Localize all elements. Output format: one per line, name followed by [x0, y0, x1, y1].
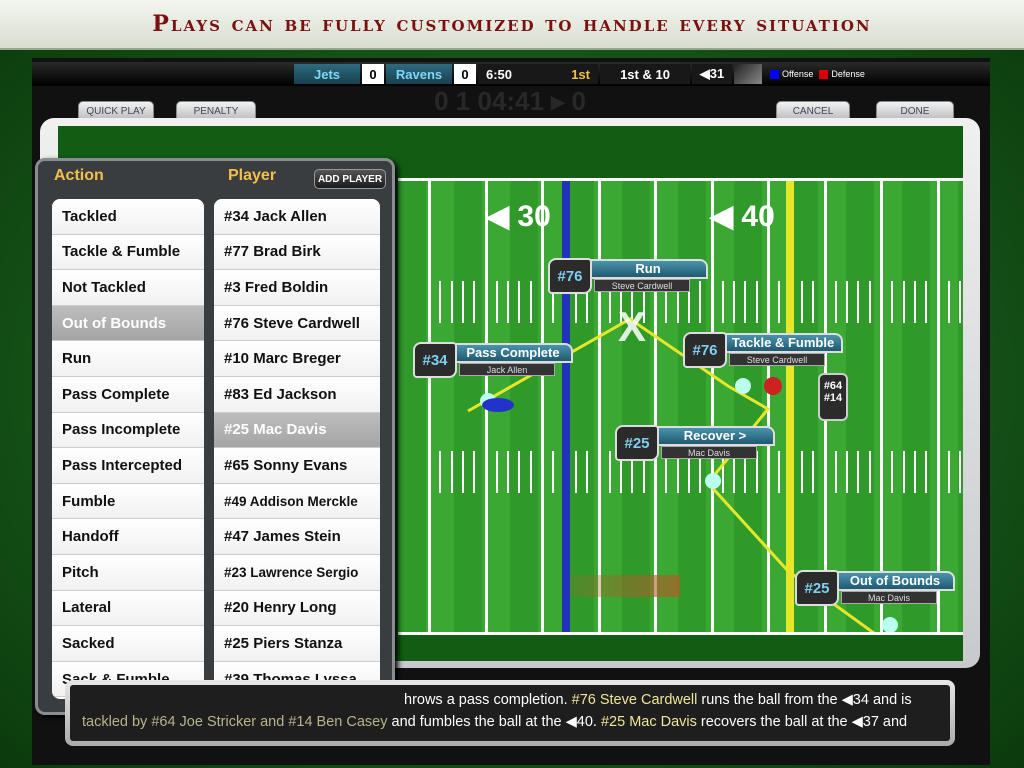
play-label[interactable]: #25 Recover > Mac Davis	[615, 425, 775, 461]
play-label[interactable]: #76 Run Steve Cardwell	[548, 258, 708, 294]
defender-64[interactable]	[764, 377, 782, 395]
play-label[interactable]: #76 Tackle & Fumble Steve Cardwell	[683, 332, 843, 368]
away-team: Ravens	[386, 64, 452, 84]
scoreboard: Jets 0 Ravens 0 6:50 1st 1st & 10 ◀31 Off…	[32, 62, 990, 86]
away-score: 0	[454, 64, 476, 84]
defense-swatch	[819, 69, 829, 79]
home-team: Jets	[294, 64, 360, 84]
player-item[interactable]: #77 Brad Birk	[214, 234, 380, 271]
play-label-action: Tackle & Fumble	[723, 333, 843, 353]
play-label[interactable]: #34 Pass Complete Jack Allen	[413, 342, 573, 378]
play-label-number: #76	[683, 332, 727, 368]
play-label-player: Mac Davis	[841, 591, 937, 604]
play-label-action: Run	[588, 259, 708, 279]
action-header: Action	[54, 167, 104, 184]
football-field[interactable]: ◀ 30 ◀ 40 X #64 #14	[398, 178, 963, 635]
play-label-action: Recover >	[655, 426, 775, 446]
action-item[interactable]: Tackled	[52, 199, 204, 235]
player-item[interactable]: #49 Addison Merckle	[214, 483, 380, 520]
action-item[interactable]: Tackle & Fumble	[52, 234, 204, 271]
ball-on: ◀31	[692, 64, 732, 84]
play-description: hrows a pass completion. #76 Steve Cardw…	[65, 680, 955, 746]
tackle-marker: X	[618, 303, 646, 350]
quarter: 1st	[571, 66, 590, 82]
action-item[interactable]: Pass Incomplete	[52, 412, 204, 449]
play-label-player: Steve Cardwell	[594, 279, 690, 292]
player-header: Player	[228, 167, 277, 184]
possession-indicator	[734, 64, 762, 84]
play-description-text: hrows a pass completion. #76 Steve Cardw…	[70, 685, 950, 741]
player-item[interactable]: #83 Ed Jackson	[214, 376, 380, 413]
play-label-action: Out of Bounds	[835, 571, 955, 591]
play-label-number: #76	[548, 258, 592, 294]
banner-text: Plays can be fully customized to handle …	[152, 11, 872, 37]
action-item[interactable]: Out of Bounds	[52, 305, 204, 342]
game-clock: 6:50	[486, 66, 513, 82]
promo-banner: Plays can be fully customized to handle …	[0, 0, 1024, 50]
action-item[interactable]: Not Tackled	[52, 270, 204, 306]
play-path: X	[467, 303, 898, 633]
action-item[interactable]: Pass Intercepted	[52, 448, 204, 484]
play-label-number: #25	[795, 570, 839, 606]
action-item[interactable]: Pitch	[52, 554, 204, 591]
play-label[interactable]: #25 Out of Bounds Mac Davis	[795, 570, 955, 606]
action-item[interactable]: Pass Complete	[52, 376, 204, 413]
player-item[interactable]: #3 Fred Boldin	[214, 270, 380, 306]
play-label-number: #34	[413, 342, 457, 378]
clock-box: 6:50 1st	[478, 64, 598, 84]
play-label-player: Mac Davis	[661, 446, 757, 459]
home-score: 0	[362, 64, 384, 84]
action-item[interactable]: Sacked	[52, 626, 204, 662]
player-25-end[interactable]	[882, 617, 898, 633]
legend: Offense Defense	[770, 69, 865, 79]
play-label-number: #25	[615, 425, 659, 461]
background-scoreboard: 0 1 04:41 ▸ 0	[434, 86, 586, 116]
defenders-tag[interactable]: #64 #14	[818, 373, 848, 421]
add-player-button[interactable]: ADD PLAYER	[314, 169, 386, 189]
player-item[interactable]: #23 Lawrence Sergio	[214, 554, 380, 591]
legend-defense: Defense	[831, 69, 865, 79]
player-item[interactable]: #25 Piers Stanza	[214, 626, 380, 662]
player-item[interactable]: #47 James Stein	[214, 519, 380, 555]
play-label-action: Pass Complete	[453, 343, 573, 363]
player-76[interactable]	[735, 378, 751, 394]
player-item[interactable]: #20 Henry Long	[214, 590, 380, 627]
offense-swatch	[770, 69, 779, 79]
player-item[interactable]: #25 Mac Davis	[214, 412, 380, 449]
action-item[interactable]: Lateral	[52, 590, 204, 627]
play-label-player: Steve Cardwell	[729, 353, 825, 366]
action-item[interactable]: Fumble	[52, 483, 204, 520]
player-25[interactable]	[705, 473, 721, 489]
down-distance: 1st & 10	[600, 64, 690, 84]
player-item[interactable]: #76 Steve Cardwell	[214, 305, 380, 342]
action-item[interactable]: Handoff	[52, 519, 204, 555]
legend-offense: Offense	[782, 69, 814, 79]
player-item[interactable]: #10 Marc Breger	[214, 341, 380, 377]
action-item[interactable]: Run	[52, 341, 204, 377]
player-list[interactable]: #34 Jack Allen #77 Brad Birk #3 Fred Boldi…	[214, 199, 380, 704]
play-label-player: Jack Allen	[459, 363, 555, 376]
player-item[interactable]: #65 Sonny Evans	[214, 448, 380, 484]
action-player-panel: Action Player ADD PLAYER Tackled Tackle &…	[35, 158, 395, 715]
player-item[interactable]: #34 Jack Allen	[214, 199, 380, 235]
action-list[interactable]: Tackled Tackle & Fumble Not Tackled Out of …	[52, 199, 204, 699]
